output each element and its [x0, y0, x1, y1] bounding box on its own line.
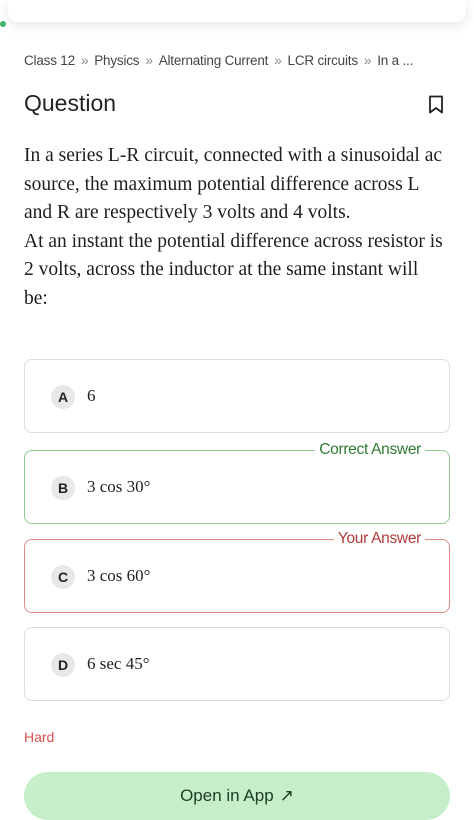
top-card-edge — [8, 0, 466, 22]
option-letter-badge: B — [51, 476, 75, 500]
question-text: In a series L-R circuit, connected with … — [24, 142, 444, 314]
status-dot — [0, 21, 6, 27]
breadcrumb: Class 12 » Physics » Alternating Current » LCR… — [24, 53, 464, 68]
open-in-app-button[interactable]: Open in App ↗ — [24, 772, 450, 820]
breadcrumb-item-subject[interactable]: Physics — [94, 53, 139, 68]
option-text: 3 cos 60° — [87, 566, 151, 585]
breadcrumb-separator: » — [363, 53, 372, 68]
bookmark-icon[interactable] — [428, 95, 444, 114]
option-letter-badge: A — [51, 385, 75, 409]
breadcrumb-separator: » — [274, 53, 282, 68]
your-answer-tag: Your Answer — [333, 530, 425, 548]
option-text: 3 cos 30° — [87, 477, 151, 496]
option-a[interactable]: A 6 — [24, 359, 450, 433]
open-in-app-label: Open in App — [180, 786, 274, 805]
option-d[interactable]: D 6 sec 45° — [24, 627, 450, 701]
breadcrumb-item-class[interactable]: Class 12 — [24, 53, 75, 68]
option-text: 6 sec 45° — [87, 654, 150, 673]
difficulty-label: Hard — [24, 729, 55, 745]
breadcrumb-separator: » — [145, 53, 153, 68]
breadcrumb-item-topic[interactable]: LCR circuits — [288, 53, 359, 68]
option-c[interactable]: Your Answer C 3 cos 60° — [24, 530, 450, 613]
option-letter-badge: C — [51, 565, 75, 589]
option-text: 6 — [87, 386, 96, 405]
question-paragraph: At an instant the potential difference a… — [24, 230, 443, 309]
breadcrumb-item-current: In a ... — [377, 53, 414, 68]
correct-answer-tag: Correct Answer — [315, 441, 425, 459]
breadcrumb-separator: » — [80, 53, 89, 68]
question-paragraph: In a series L-R circuit, connected with … — [24, 145, 443, 224]
breadcrumb-item-chapter[interactable]: Alternating Current — [159, 53, 269, 68]
page-title: Question — [24, 90, 117, 116]
option-b[interactable]: Correct Answer B 3 cos 30° — [24, 441, 450, 524]
option-letter-badge: D — [51, 653, 75, 677]
external-arrow-icon: ↗ — [279, 786, 294, 805]
